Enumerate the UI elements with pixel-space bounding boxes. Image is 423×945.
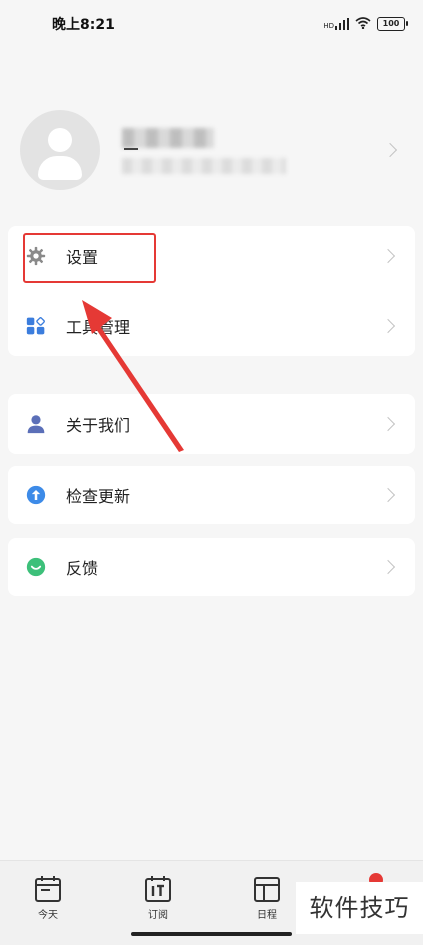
- profile-name-redacted: [122, 128, 214, 148]
- status-bar: 晚上8:21 HD 100: [0, 0, 423, 48]
- layout-icon: [254, 877, 280, 902]
- avatar-body: [38, 156, 82, 180]
- profile-subtitle-redacted: [122, 158, 286, 174]
- network-label: HD: [323, 21, 334, 30]
- profile-dash: [124, 148, 138, 150]
- nav-label-today: 今天: [38, 910, 58, 921]
- menu-label-about: 关于我们: [66, 416, 131, 435]
- menu-card-update: 检查更新: [8, 466, 415, 524]
- nav-item-schedule[interactable]: 日程: [237, 875, 297, 929]
- nav-label-subscribe: 订阅: [148, 910, 168, 921]
- menu-label-tools: 工具管理: [66, 318, 131, 337]
- person-icon: [27, 415, 45, 434]
- arrow-up-circle-icon: [26, 485, 46, 505]
- chevron-right-icon: [380, 559, 396, 575]
- menu-item-feedback[interactable]: 反馈: [8, 538, 415, 596]
- menu-label-feedback: 反馈: [66, 559, 99, 578]
- menu-card-about: 关于我们: [8, 394, 415, 454]
- status-time: 晚上8:21: [52, 17, 115, 33]
- watermark: 软件技巧: [296, 882, 423, 934]
- avatar-head: [48, 128, 72, 152]
- grid-icon: [26, 317, 45, 335]
- nav-label-schedule: 日程: [257, 910, 277, 921]
- menu-item-update[interactable]: 检查更新: [8, 466, 415, 524]
- status-icons: HD 100: [323, 14, 408, 33]
- chevron-right-icon: [380, 487, 396, 503]
- menu-item-tools[interactable]: 工具管理: [8, 297, 415, 355]
- check-circle-icon: [26, 557, 46, 577]
- battery-icon: 100: [377, 16, 408, 31]
- chevron-right-icon: [380, 248, 396, 264]
- calendar-icon: [35, 876, 61, 902]
- menu-item-about[interactable]: 关于我们: [8, 395, 415, 453]
- chevron-right-icon: [380, 416, 396, 432]
- profile-header[interactable]: [0, 100, 423, 200]
- subscribe-calendar-icon: [145, 876, 171, 902]
- chevron-right-icon: [382, 142, 398, 158]
- nav-item-subscribe[interactable]: 订阅: [128, 875, 188, 929]
- menu-card-feedback: 反馈: [8, 538, 415, 596]
- avatar[interactable]: [20, 110, 100, 190]
- chevron-right-icon: [380, 318, 396, 334]
- annotation-highlight-box: [23, 233, 156, 283]
- menu-label-update: 检查更新: [66, 487, 131, 506]
- wifi-icon: [355, 14, 371, 33]
- signal-icon: HD: [323, 17, 349, 30]
- nav-item-today[interactable]: 今天: [18, 875, 78, 929]
- home-indicator[interactable]: [131, 932, 292, 936]
